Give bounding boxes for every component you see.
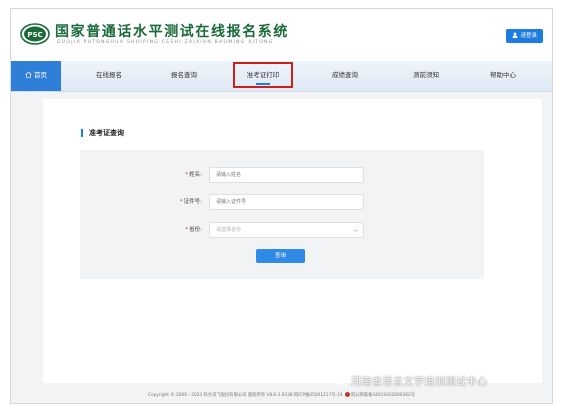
svg-text:PSC: PSC [27, 31, 42, 39]
nav-score-query[interactable]: 成绩查询 [317, 61, 373, 91]
psc-logo: PSC [20, 23, 50, 45]
id-label: *证件号: [179, 199, 202, 205]
wechat-watermark: 河南省语言文字培训测试中心 [334, 373, 488, 388]
chevron-down-icon [353, 229, 358, 232]
footer: Copyright © 2006 - 2023 科大讯飞股份有限公司 版权所有 … [11, 390, 552, 402]
nav-help-center[interactable]: 帮助中心 [475, 61, 531, 91]
police-record[interactable]: 皖公网安备34019202000362号 [351, 393, 415, 398]
content-card: 准考证查询 *姓名: *证件号: *省份: 请选择省份 查询 [43, 99, 542, 383]
site-title: 国家普通话水平测试在线报名系统 [55, 24, 289, 40]
site-subtitle: GUOJIA PUTONGHUA SHUIPING CESHI ZAIXIAN … [57, 40, 274, 45]
name-row: *姓名: [80, 167, 484, 183]
query-form: *姓名: *证件号: *省份: 请选择省份 查询 [80, 150, 484, 279]
nav-online-registration[interactable]: 在线报名 [81, 61, 137, 91]
id-row: *证件号: [80, 194, 484, 210]
annotation-highlight-box [233, 62, 293, 88]
province-select[interactable]: 请选择省份 [209, 222, 364, 238]
login-label: 请登录 [520, 33, 537, 39]
browser-frame: PSC 国家普通话水平测试在线报名系统 GUOJIA PUTONGHUA SHU… [10, 8, 553, 404]
nav-registration-query[interactable]: 报名查询 [156, 61, 212, 91]
user-icon [513, 32, 518, 38]
login-button[interactable]: 请登录 [506, 29, 543, 43]
id-number-input[interactable] [209, 194, 364, 210]
query-button[interactable]: 查询 [256, 249, 305, 263]
name-label: *姓名: [185, 172, 202, 178]
home-icon [25, 71, 32, 78]
province-label: *省份: [185, 227, 202, 233]
name-input[interactable] [209, 167, 364, 183]
province-row: *省份: 请选择省份 [80, 222, 484, 238]
site-header: PSC 国家普通话水平测试在线报名系统 GUOJIA PUTONGHUA SHU… [11, 9, 552, 61]
police-badge-icon [344, 392, 350, 397]
copyright-text: Copyright © 2006 - 2023 科大讯飞股份有限公司 版权所有 … [147, 393, 343, 398]
nav-pre-test-notice[interactable]: 测前须知 [398, 61, 454, 91]
section-title: 准考证查询 [81, 129, 124, 137]
nav-home[interactable]: 首页 [11, 61, 61, 91]
wechat-icon [334, 376, 348, 386]
